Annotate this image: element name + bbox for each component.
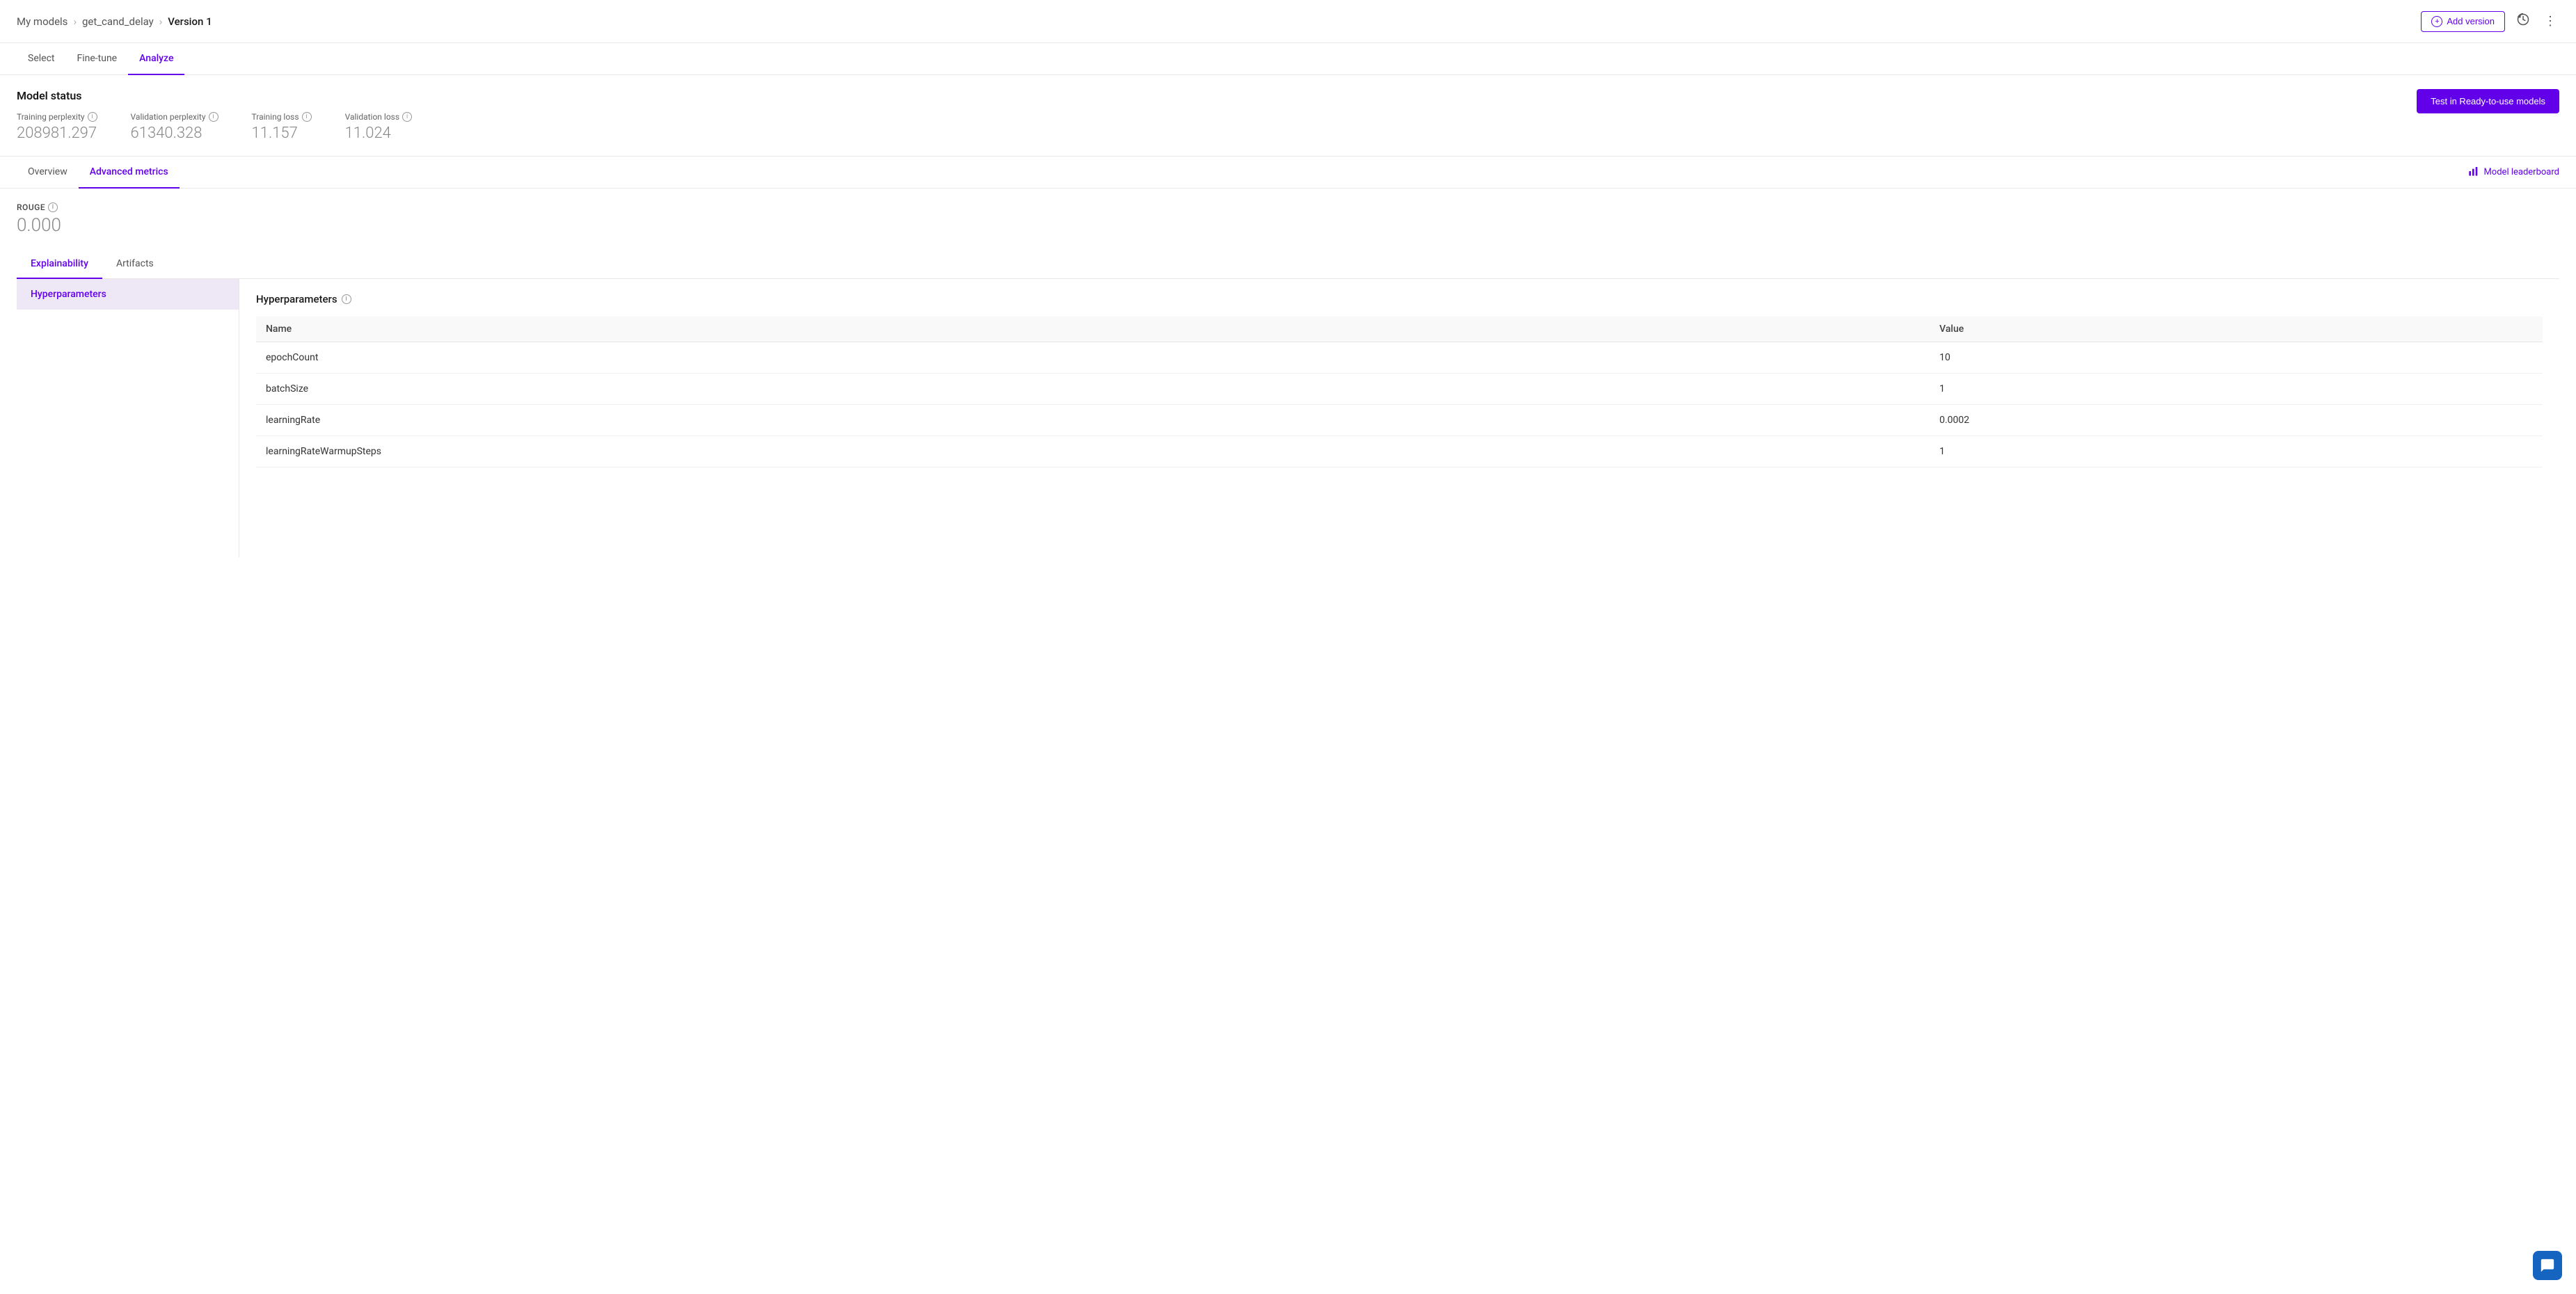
metric-validation-loss-value: 11.024 bbox=[345, 125, 412, 142]
metric-training-loss-value: 11.157 bbox=[252, 125, 312, 142]
content-area: ROUGE i 0.000 Explainability Artifacts H… bbox=[0, 189, 2576, 571]
metric-training-loss: Training loss i 11.157 bbox=[252, 112, 312, 142]
rouge-value: 0.000 bbox=[17, 215, 2559, 236]
model-leaderboard-link[interactable]: Model leaderboard bbox=[2468, 166, 2559, 179]
training-perplexity-info-icon[interactable]: i bbox=[88, 112, 97, 122]
right-panel: Hyperparameters i Name Value epochCount1… bbox=[239, 279, 2559, 557]
table-row: batchSize1 bbox=[256, 374, 2543, 405]
param-name: epochCount bbox=[256, 342, 1930, 374]
metric-training-perplexity: Training perplexity i 208981.297 bbox=[17, 112, 97, 142]
param-value: 10 bbox=[1930, 342, 2543, 374]
metric-training-perplexity-label: Training perplexity i bbox=[17, 112, 97, 122]
history-button[interactable] bbox=[2513, 10, 2533, 33]
model-status-section: Model status Training perplexity i 20898… bbox=[0, 75, 2576, 157]
param-name: batchSize bbox=[256, 374, 1930, 405]
param-name: learningRateWarmupSteps bbox=[256, 436, 1930, 468]
breadcrumb-get-cand-delay[interactable]: get_cand_delay bbox=[82, 15, 154, 28]
table-row: learningRate0.0002 bbox=[256, 405, 2543, 436]
breadcrumb: My models › get_cand_delay › Version 1 bbox=[17, 15, 212, 28]
top-bar: My models › get_cand_delay › Version 1 +… bbox=[0, 0, 2576, 43]
metrics-row: Training perplexity i 208981.297 Validat… bbox=[17, 112, 412, 142]
inner-tab-artifacts[interactable]: Artifacts bbox=[102, 250, 168, 279]
top-bar-actions: + Add version ⋮ bbox=[2421, 10, 2559, 33]
metric-validation-loss: Validation loss i 11.024 bbox=[345, 112, 412, 142]
test-ready-to-use-button[interactable]: Test in Ready-to-use models bbox=[2417, 89, 2559, 113]
metric-validation-perplexity-label: Validation perplexity i bbox=[131, 112, 218, 122]
add-version-label: Add version bbox=[2447, 16, 2495, 26]
main-tabs: Select Fine-tune Analyze bbox=[0, 43, 2576, 75]
tab-fine-tune[interactable]: Fine-tune bbox=[65, 43, 128, 75]
sub-tabs: Overview Advanced metrics bbox=[17, 157, 180, 188]
metric-validation-perplexity-value: 61340.328 bbox=[131, 125, 218, 142]
sub-tab-advanced-metrics[interactable]: Advanced metrics bbox=[79, 157, 180, 189]
param-value: 0.0002 bbox=[1930, 405, 2543, 436]
more-options-button[interactable]: ⋮ bbox=[2541, 11, 2559, 31]
validation-loss-info-icon[interactable]: i bbox=[402, 112, 412, 122]
col-name-header: Name bbox=[256, 317, 1930, 342]
chat-bubble[interactable] bbox=[2533, 1251, 2562, 1280]
metric-validation-perplexity: Validation perplexity i 61340.328 bbox=[131, 112, 218, 142]
table-row: epochCount10 bbox=[256, 342, 2543, 374]
model-leaderboard-label: Model leaderboard bbox=[2483, 167, 2559, 177]
inner-tab-explainability[interactable]: Explainability bbox=[17, 250, 102, 279]
breadcrumb-my-models[interactable]: My models bbox=[17, 15, 67, 28]
metric-validation-loss-label: Validation loss i bbox=[345, 112, 412, 122]
breadcrumb-sep-2: › bbox=[159, 15, 163, 28]
param-value: 1 bbox=[1930, 374, 2543, 405]
left-panel: Hyperparameters bbox=[17, 279, 239, 557]
param-name: learningRate bbox=[256, 405, 1930, 436]
hyperparameters-info-icon[interactable]: i bbox=[342, 294, 351, 304]
training-loss-info-icon[interactable]: i bbox=[302, 112, 312, 122]
breadcrumb-sep-1: › bbox=[73, 15, 77, 28]
left-panel-hyperparameters[interactable]: Hyperparameters bbox=[17, 279, 239, 310]
tab-analyze[interactable]: Analyze bbox=[128, 43, 184, 75]
sub-tabs-row: Overview Advanced metrics Model leaderbo… bbox=[0, 157, 2576, 189]
model-status-left: Model status Training perplexity i 20898… bbox=[17, 89, 412, 142]
param-value: 1 bbox=[1930, 436, 2543, 468]
metric-training-loss-label: Training loss i bbox=[252, 112, 312, 122]
tab-select[interactable]: Select bbox=[17, 43, 65, 75]
hyperparameters-table: Name Value epochCount10batchSize1learnin… bbox=[256, 317, 2543, 468]
col-value-header: Value bbox=[1930, 317, 2543, 342]
rouge-label: ROUGE i bbox=[17, 202, 2559, 212]
hyperparameters-title: Hyperparameters i bbox=[256, 293, 2543, 305]
metric-training-perplexity-value: 208981.297 bbox=[17, 125, 97, 142]
rouge-info-icon[interactable]: i bbox=[48, 202, 58, 212]
add-version-button[interactable]: + Add version bbox=[2421, 11, 2505, 32]
table-row: learningRateWarmupSteps1 bbox=[256, 436, 2543, 468]
two-col-layout: Hyperparameters Hyperparameters i Name V… bbox=[17, 279, 2559, 557]
model-status-title: Model status bbox=[17, 89, 412, 102]
validation-perplexity-info-icon[interactable]: i bbox=[209, 112, 218, 122]
inner-tabs-row: Explainability Artifacts bbox=[17, 250, 2559, 279]
sub-tab-overview[interactable]: Overview bbox=[17, 157, 79, 189]
plus-circle-icon: + bbox=[2431, 16, 2442, 27]
breadcrumb-version1: Version 1 bbox=[168, 15, 212, 28]
bar-chart-icon bbox=[2468, 166, 2479, 179]
